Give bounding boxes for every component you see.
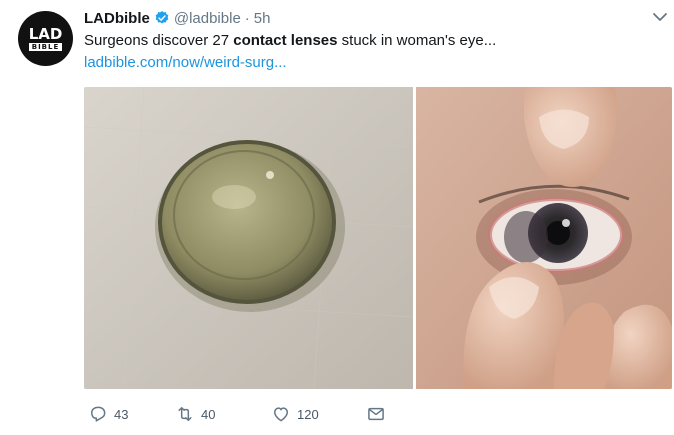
tweet-text-part: stuck in woman's eye... — [337, 32, 497, 49]
tweet-link[interactable]: ladbible.com/now/weird-surg... — [84, 54, 287, 71]
avatar-logo-line1: LAD — [28, 24, 63, 43]
separator-dot: · — [244, 9, 250, 27]
tweet-text-bold: contact lenses — [233, 32, 338, 49]
media-photos — [84, 87, 672, 389]
tweet-header: LADbible @ladbible · 5h — [84, 8, 270, 28]
tweet-timestamp[interactable]: 5h — [254, 10, 271, 27]
avatar[interactable]: LAD BIBLE — [18, 11, 73, 66]
like-count: 120 — [297, 406, 319, 422]
direct-message-button[interactable] — [366, 404, 386, 424]
tweet-text: Surgeons discover 27 contact lenses stuc… — [84, 32, 496, 49]
reply-icon — [91, 406, 106, 422]
eye-photo — [416, 87, 672, 389]
lens-photo — [84, 87, 414, 389]
author-name[interactable]: LADbible — [84, 10, 150, 27]
tweet-card[interactable]: LAD BIBLE LADbible @ladbible · 5h Surgeo… — [0, 0, 674, 435]
reply-button[interactable]: 43 — [88, 404, 128, 424]
retweet-button[interactable]: 40 — [175, 404, 215, 424]
author-handle[interactable]: @ladbible — [174, 10, 241, 27]
verified-badge-icon — [155, 11, 169, 24]
retweet-icon — [178, 407, 192, 421]
like-icon — [274, 407, 288, 422]
tweet-media[interactable] — [84, 87, 672, 389]
direct-message-icon — [368, 407, 384, 421]
reply-count: 43 — [114, 406, 129, 422]
like-button[interactable]: 120 — [271, 404, 319, 424]
chevron-down-icon[interactable] — [652, 10, 668, 24]
avatar-logo-line2: BIBLE — [28, 42, 63, 51]
tweet-text-part: Surgeons discover 27 — [84, 32, 234, 49]
retweet-count: 40 — [201, 406, 216, 422]
